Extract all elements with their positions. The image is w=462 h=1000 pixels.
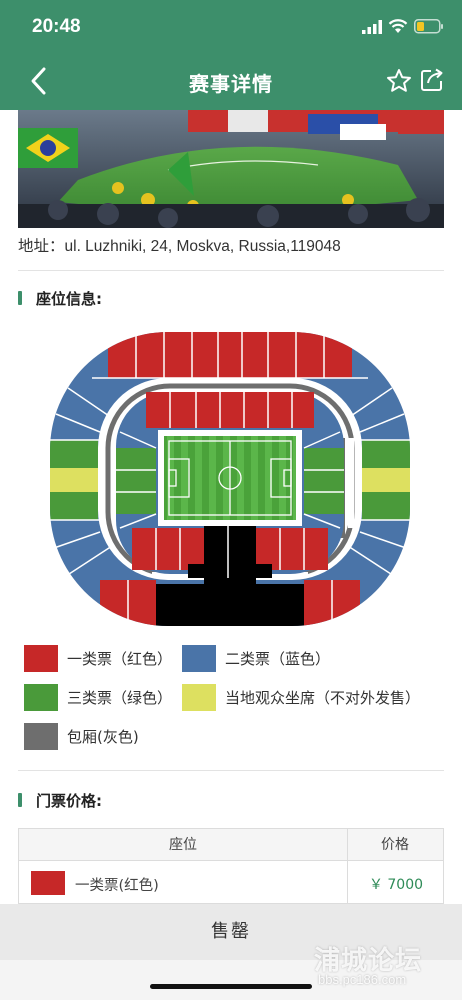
legend-label: 三类票（绿色） bbox=[67, 689, 173, 707]
legend-label: 包厢(灰色) bbox=[67, 728, 139, 746]
status-time: 20:48 bbox=[32, 16, 81, 37]
legend-swatch-red bbox=[24, 645, 58, 672]
divider bbox=[18, 270, 444, 271]
table-header-price: 价格 bbox=[347, 829, 443, 861]
section-marker bbox=[18, 291, 22, 305]
stadium-photo bbox=[18, 110, 444, 228]
battery-icon bbox=[414, 19, 443, 34]
top-bar: 20:48 赛事详情 bbox=[0, 0, 462, 110]
legend-swatch-yellow bbox=[182, 684, 216, 711]
section-marker bbox=[18, 793, 22, 807]
seat-info-heading: 座位信息: bbox=[18, 288, 102, 309]
divider bbox=[18, 770, 444, 771]
row-swatch-red bbox=[31, 871, 65, 895]
stadium-seat-map bbox=[48, 328, 412, 630]
signal-icon bbox=[362, 20, 382, 34]
ticket-price-title: 门票价格: bbox=[36, 792, 102, 810]
ticket-price-heading: 门票价格: bbox=[18, 790, 102, 811]
legend-swatch-gray bbox=[24, 723, 58, 750]
row-seat-name: 一类票(红色) bbox=[75, 878, 159, 894]
status-bar: 20:48 bbox=[0, 0, 462, 55]
seat-info-title: 座位信息: bbox=[36, 290, 102, 308]
legend-swatch-blue bbox=[182, 645, 216, 672]
legend-label: 二类票（蓝色） bbox=[225, 650, 331, 668]
legend-swatch-green bbox=[24, 684, 58, 711]
row-price: ￥ 7000 bbox=[368, 877, 424, 893]
home-indicator[interactable] bbox=[150, 984, 312, 989]
share-icon[interactable] bbox=[420, 68, 444, 92]
table-header-seat: 座位 bbox=[19, 829, 347, 861]
wifi-icon bbox=[388, 19, 408, 33]
star-icon[interactable] bbox=[386, 68, 412, 94]
venue-address: 地址：ul. Luzhniki, 24, Moskva, Russia,1190… bbox=[18, 238, 341, 255]
watermark-url: bbs.pc186.com bbox=[318, 972, 407, 987]
price-table: 座位 价格 一类票(红色) ￥ 7000 bbox=[18, 828, 444, 905]
legend-label: 当地观众坐席（不对外发售） bbox=[225, 689, 421, 707]
legend-label: 一类票（红色） bbox=[67, 650, 173, 668]
